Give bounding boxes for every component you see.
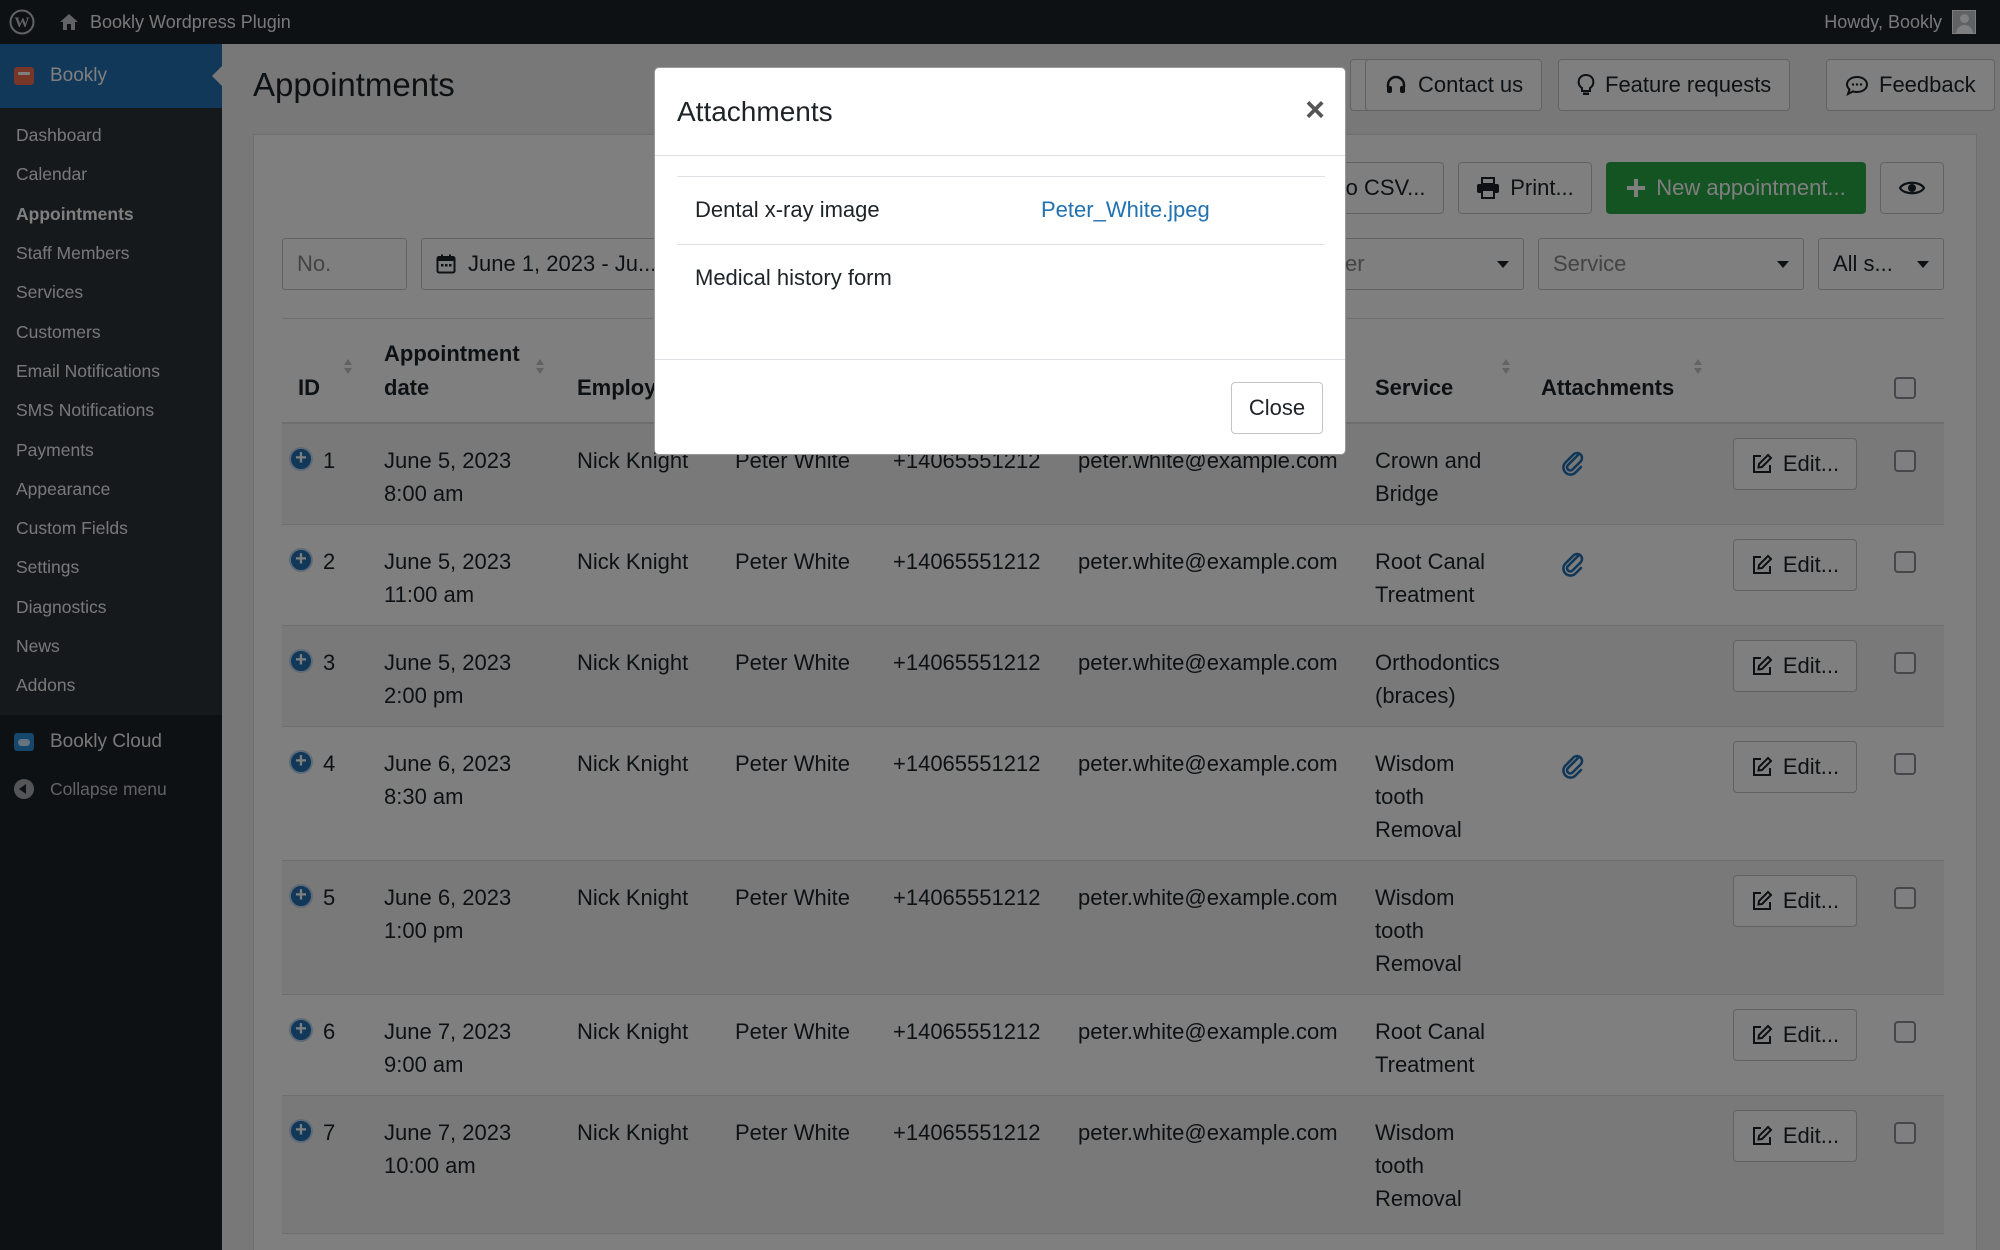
attachments-modal: Attachments × Dental x-ray image Peter_W… <box>654 67 1346 455</box>
attachment-row: Dental x-ray image Peter_White.jpeg <box>677 176 1325 244</box>
modal-body: Dental x-ray image Peter_White.jpeg Medi… <box>655 156 1345 359</box>
attachment-row: Medical history form <box>677 244 1325 312</box>
close-icon[interactable]: × <box>1305 90 1325 130</box>
modal-footer: Close <box>655 359 1345 456</box>
modal-header: Attachments × <box>655 68 1345 156</box>
attachment-label: Dental x-ray image <box>695 197 880 222</box>
modal-title: Attachments <box>677 95 833 127</box>
attachment-file-link[interactable]: Peter_White.jpeg <box>1041 197 1210 223</box>
close-button[interactable]: Close <box>1231 382 1323 434</box>
attachment-label: Medical history form <box>695 265 892 290</box>
